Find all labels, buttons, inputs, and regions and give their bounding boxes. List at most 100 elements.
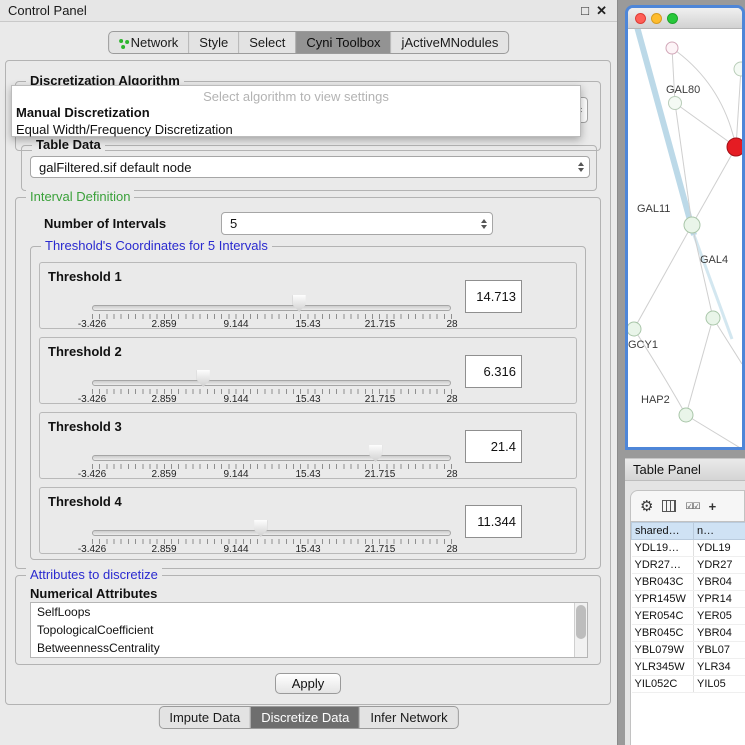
nodes[interactable]	[628, 42, 742, 422]
table-cell[interactable]: YBL07	[694, 642, 745, 659]
table-cell[interactable]: YPR14	[694, 591, 745, 608]
table-cell[interactable]: YDR27	[694, 557, 745, 574]
table-row[interactable]: YPR145WYPR14	[632, 591, 745, 608]
minimize-traffic-light-icon[interactable]	[651, 13, 662, 24]
network-node[interactable]	[706, 311, 720, 325]
columns-icon[interactable]	[662, 500, 676, 512]
table-data-value: galFiltered.sif default node	[39, 160, 191, 175]
threshold-value-field[interactable]: 21.4	[465, 430, 522, 463]
table-cell[interactable]: YIL05	[694, 676, 745, 693]
scrollbar-thumb[interactable]	[576, 605, 586, 639]
close-traffic-light-icon[interactable]	[635, 13, 646, 24]
zoom-traffic-light-icon[interactable]	[667, 13, 678, 24]
tick-label: -3.426	[78, 469, 106, 480]
table-data-combo[interactable]: galFiltered.sif default node	[30, 156, 590, 178]
threshold-value-field[interactable]: 6.316	[465, 355, 522, 388]
network-window-titlebar[interactable]	[628, 8, 742, 29]
table-cell[interactable]: YBL079W	[632, 642, 694, 659]
select-columns-icon[interactable]: ☑☑	[685, 501, 699, 512]
algorithm-option[interactable]: Equal Width/Frequency Discretization	[12, 121, 580, 138]
slider-track[interactable]	[92, 380, 451, 386]
network-canvas[interactable]: GAL80 GAL11 GAL4 GCY1 HAP2	[628, 29, 742, 447]
list-item[interactable]: TopologicalCoefficient	[31, 621, 587, 639]
network-node[interactable]	[734, 62, 742, 76]
number-of-intervals-combo[interactable]: 5	[221, 212, 493, 235]
tab-select[interactable]: Select	[238, 32, 295, 53]
list-item[interactable]: BetweennessCentrality	[31, 639, 587, 657]
node-label: GAL11	[637, 203, 670, 215]
table-cell[interactable]: YLR34	[694, 659, 745, 676]
slider-track[interactable]	[92, 455, 451, 461]
algorithm-option[interactable]: Manual Discretization	[12, 104, 580, 121]
table-cell[interactable]: YER054C	[632, 608, 694, 625]
slider-track[interactable]	[92, 305, 451, 311]
network-node[interactable]	[666, 42, 678, 54]
add-icon[interactable]: +	[709, 499, 717, 514]
tick-label: 2.859	[151, 394, 176, 405]
attributes-group: Attributes to discretize Numerical Attri…	[15, 575, 601, 665]
table-cell[interactable]: YBR045C	[632, 625, 694, 642]
tab-style[interactable]: Style	[188, 32, 238, 53]
node-labels: GAL80 GAL11 GAL4 GCY1 HAP2	[628, 84, 728, 406]
tick-label: 15.43	[295, 544, 320, 555]
numerical-attributes-list[interactable]: SelfLoopsTopologicalCoefficientBetweenne…	[30, 602, 588, 658]
close-icon[interactable]: ✕	[596, 0, 607, 22]
network-node-gcy1[interactable]	[628, 322, 641, 336]
tab-jactivemnodules[interactable]: jActiveMNodules	[391, 32, 509, 53]
node-label: GAL4	[700, 254, 728, 266]
network-node-gal80[interactable]	[669, 97, 682, 110]
tab-impute-data[interactable]: Impute Data	[159, 707, 250, 728]
threshold-value-field[interactable]: 11.344	[465, 505, 522, 538]
network-node-hap2[interactable]	[679, 408, 693, 422]
table-row[interactable]: YBR045CYBR04	[632, 625, 745, 642]
group-title: Threshold's Coordinates for 5 Intervals	[41, 239, 272, 253]
table-row[interactable]: YIL052CYIL05	[632, 676, 745, 693]
tab-discretize-data[interactable]: Discretize Data	[250, 707, 359, 728]
table-row[interactable]: YER054CYER05	[632, 608, 745, 625]
table-cell[interactable]: YBR04	[694, 574, 745, 591]
table-cell[interactable]: YIL052C	[632, 676, 694, 693]
group-title: Table Data	[32, 138, 105, 152]
tick-label: 21.715	[365, 319, 396, 330]
table-row[interactable]: YDL19…YDL19	[632, 540, 745, 557]
tab-label: Network	[131, 35, 179, 50]
table-cell[interactable]: YBR04	[694, 625, 745, 642]
network-node-gal11[interactable]	[684, 217, 700, 233]
threshold-value-field[interactable]: 14.713	[465, 280, 522, 313]
table-cell[interactable]: YDR27…	[632, 557, 694, 574]
table-cell[interactable]: YER05	[694, 608, 745, 625]
table-row[interactable]: YBL079WYBL07	[632, 642, 745, 659]
apply-button[interactable]: Apply	[275, 673, 341, 694]
intervals-value: 5	[230, 216, 237, 231]
list-scrollbar[interactable]	[574, 603, 587, 657]
table-cell[interactable]: YPR145W	[632, 591, 694, 608]
table-cell[interactable]: YDL19…	[632, 540, 694, 557]
tick-label: -3.426	[78, 394, 106, 405]
column-header[interactable]: n…	[694, 523, 745, 540]
cyni-toolbox-panel: Discretization Algorithm Select algorith…	[5, 60, 611, 705]
network-graph[interactable]: GAL80 GAL11 GAL4 GCY1 HAP2	[628, 29, 742, 450]
tab-label: Select	[249, 35, 285, 50]
table-cell[interactable]: YDL19	[694, 540, 745, 557]
tab-network[interactable]: Network	[109, 32, 189, 53]
table-row[interactable]: YDR27…YDR27	[632, 557, 745, 574]
node-label: HAP2	[641, 394, 670, 406]
table-cell[interactable]: YBR043C	[632, 574, 694, 591]
slider-track[interactable]	[92, 530, 451, 536]
network-node-selected-red[interactable]	[727, 138, 742, 156]
table-cell[interactable]: YLR345W	[632, 659, 694, 676]
table-row[interactable]: YLR345WYLR34	[632, 659, 745, 676]
column-header[interactable]: shared…	[632, 523, 694, 540]
tick-label: 21.715	[365, 544, 396, 555]
control-panel-titlebar: Control Panel □ ✕	[0, 0, 617, 22]
tab-infer-network[interactable]: Infer Network	[359, 707, 457, 728]
table-row[interactable]: YBR043CYBR04	[632, 574, 745, 591]
threshold-box: Threshold 2-3.4262.8599.14415.4321.71528…	[39, 337, 577, 404]
combo-arrows-icon	[481, 219, 487, 229]
gear-icon[interactable]: ⚙	[640, 499, 653, 514]
node-table[interactable]: shared…n… YDL19…YDL19YDR27…YDR27YBR043CY…	[630, 522, 745, 745]
threshold-list: Threshold 1-3.4262.8599.14415.4321.71528…	[39, 262, 577, 562]
tab-cyni-toolbox[interactable]: Cyni Toolbox	[295, 32, 390, 53]
list-item[interactable]: SelfLoops	[31, 603, 587, 621]
float-window-icon[interactable]: □	[581, 0, 589, 22]
